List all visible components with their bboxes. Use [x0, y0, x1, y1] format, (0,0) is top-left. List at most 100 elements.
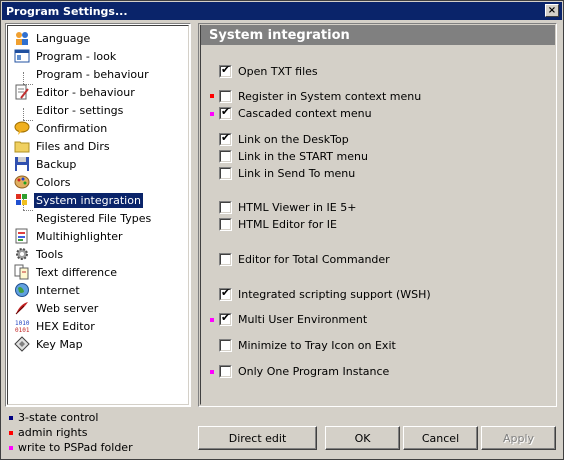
- checkbox[interactable]: [219, 200, 232, 214]
- checkbox[interactable]: [219, 311, 232, 326]
- option-label: Multi User Environment: [238, 312, 368, 326]
- option-multi-user[interactable]: Multi User Environment: [219, 311, 367, 327]
- checkbox[interactable]: [219, 217, 232, 231]
- tree-item-hex-editor[interactable]: 1010 0101 HEX Editor: [14, 317, 97, 335]
- tree-item-system-integration[interactable]: System integration: [14, 191, 143, 209]
- checkbox[interactable]: [219, 105, 232, 120]
- tree-item-label: Registered File Types: [36, 211, 152, 225]
- option-minimize-tray[interactable]: Minimize to Tray Icon on Exit: [219, 337, 396, 353]
- option-html-editor-ie[interactable]: HTML Editor for IE: [219, 216, 337, 232]
- checkbox[interactable]: [219, 166, 232, 180]
- tree-item-colors[interactable]: Colors: [14, 173, 72, 191]
- tree-item-multihighlighter[interactable]: Multihighlighter: [14, 227, 125, 245]
- option-open-txt-files[interactable]: Open TXT files: [219, 63, 318, 79]
- write-pspad-marker: [210, 370, 214, 374]
- option-editor-total-commander[interactable]: Editor for Total Commander: [219, 251, 390, 267]
- disk-icon: [14, 156, 30, 172]
- palette-icon: [14, 174, 30, 190]
- tree-item-label: Language: [36, 31, 91, 45]
- legend-3-state: 3-state control: [9, 411, 98, 424]
- feather-icon: [14, 300, 30, 316]
- option-one-instance[interactable]: Only One Program Instance: [219, 363, 389, 379]
- tree-item-language[interactable]: Language: [14, 29, 92, 47]
- tree-item-label: Tools: [36, 247, 64, 261]
- window-icon: [14, 48, 30, 64]
- tree-item-editor-behaviour[interactable]: Editor - behaviour: [14, 83, 137, 101]
- tree-item-files-and-dirs[interactable]: Files and Dirs: [14, 137, 112, 155]
- tree-item-label: Internet: [36, 283, 80, 297]
- key-icon: [14, 336, 30, 352]
- apply-button[interactable]: Apply: [481, 426, 556, 450]
- settings-tree: Language Program - look Program - behavi…: [5, 23, 191, 407]
- svg-text:1010: 1010: [15, 320, 30, 327]
- tree-item-label: Confirmation: [36, 121, 108, 135]
- option-link-send-to[interactable]: Link in Send To menu: [219, 165, 355, 181]
- option-label: Minimize to Tray Icon on Exit: [238, 338, 396, 352]
- tree-item-program-behaviour[interactable]: Program - behaviour: [34, 65, 151, 83]
- folder-icon: [14, 138, 30, 154]
- ok-button[interactable]: OK: [325, 426, 400, 450]
- checkbox[interactable]: [219, 149, 232, 163]
- write-pspad-marker: [210, 318, 214, 322]
- legend-write-pspad: write to PSPad folder: [9, 441, 133, 454]
- option-label: Register in System context menu: [238, 89, 422, 103]
- tree-item-label: Multihighlighter: [36, 229, 123, 243]
- tree-item-key-map[interactable]: Key Map: [14, 335, 85, 353]
- write-pspad-marker: [210, 112, 214, 116]
- tree-item-internet[interactable]: Internet: [14, 281, 82, 299]
- option-cascaded-context-menu[interactable]: Cascaded context menu: [219, 105, 372, 121]
- legend-label: admin rights: [18, 426, 88, 439]
- legend-label: write to PSPad folder: [18, 441, 133, 454]
- tree-item-registered-file-types[interactable]: Registered File Types: [34, 209, 153, 227]
- diff-icon: [14, 264, 30, 280]
- tree-item-label: Program - look: [36, 49, 117, 63]
- tree-item-label: System integration: [34, 192, 143, 208]
- cancel-button[interactable]: Cancel: [403, 426, 478, 450]
- legend-swatch: [9, 445, 13, 450]
- tree-item-label: Backup: [36, 157, 77, 171]
- checkbox[interactable]: [219, 364, 232, 378]
- tree-item-tools[interactable]: Tools: [14, 245, 65, 263]
- panel-title: System integration: [201, 25, 555, 45]
- option-label: Link in the START menu: [238, 149, 368, 163]
- tree-item-web-server[interactable]: Web server: [14, 299, 100, 317]
- checkbox[interactable]: [219, 338, 232, 352]
- tree-item-program-look[interactable]: Program - look: [14, 47, 118, 65]
- settings-window: Program Settings... × Language Program -…: [0, 0, 564, 460]
- checkbox[interactable]: [219, 63, 232, 78]
- tree-item-confirmation[interactable]: Confirmation: [14, 119, 109, 137]
- option-register-context-menu[interactable]: Register in System context menu: [219, 88, 421, 104]
- close-button[interactable]: ×: [545, 4, 559, 17]
- checkbox[interactable]: [219, 252, 232, 266]
- option-scripting-wsh[interactable]: Integrated scripting support (WSH): [219, 286, 431, 302]
- checkbox[interactable]: [219, 131, 232, 146]
- legend-swatch: [9, 415, 13, 420]
- legend-admin-rights: admin rights: [9, 426, 88, 439]
- highlight-icon: [14, 228, 30, 244]
- gear-icon: [14, 246, 30, 262]
- option-label: Only One Program Instance: [238, 364, 390, 378]
- option-label: Cascaded context menu: [238, 106, 372, 120]
- tree-item-text-difference[interactable]: Text difference: [14, 263, 119, 281]
- globe-icon: [14, 282, 30, 298]
- windows-icon: [14, 192, 30, 208]
- legend-label: 3-state control: [18, 411, 99, 424]
- checkbox[interactable]: [219, 286, 232, 301]
- checkbox[interactable]: [219, 89, 232, 103]
- svg-text:0101: 0101: [15, 327, 30, 334]
- option-label: HTML Viewer in IE 5+: [238, 200, 357, 214]
- option-html-viewer-ie[interactable]: HTML Viewer in IE 5+: [219, 199, 356, 215]
- direct-edit-button[interactable]: Direct edit: [198, 426, 317, 450]
- option-link-desktop[interactable]: Link on the DeskTop: [219, 131, 349, 147]
- hex-icon: 1010 0101: [14, 318, 30, 334]
- window-title: Program Settings...: [6, 4, 128, 18]
- option-label: Link on the DeskTop: [238, 132, 349, 146]
- option-label: Open TXT files: [238, 64, 318, 78]
- option-link-start-menu[interactable]: Link in the START menu: [219, 148, 368, 164]
- tree-item-label: Files and Dirs: [36, 139, 110, 153]
- tree-item-editor-settings[interactable]: Editor - settings: [34, 101, 125, 119]
- tree-item-label: Colors: [36, 175, 71, 189]
- people-icon: [14, 30, 30, 46]
- tree-item-backup[interactable]: Backup: [14, 155, 78, 173]
- tree-item-label: Editor - settings: [36, 103, 124, 117]
